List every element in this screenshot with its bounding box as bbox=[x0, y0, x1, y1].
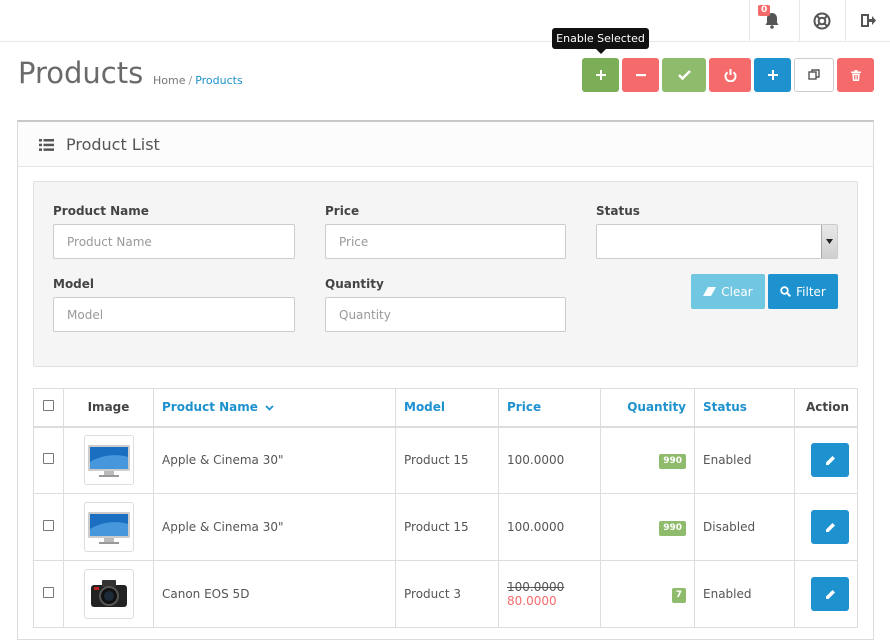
disable-selected-button[interactable] bbox=[622, 58, 659, 92]
edit-button[interactable] bbox=[811, 443, 849, 478]
edit-button[interactable] bbox=[811, 577, 849, 611]
product-name-cell: Canon EOS 5D bbox=[153, 560, 396, 628]
pencil-icon bbox=[825, 455, 835, 465]
help-button[interactable] bbox=[799, 0, 844, 41]
product-thumbnail bbox=[83, 435, 134, 486]
status-label: Status bbox=[596, 204, 640, 218]
pencil-icon bbox=[825, 589, 835, 599]
filter-button-label: Filter bbox=[796, 284, 826, 299]
image-header: Image bbox=[63, 388, 154, 428]
pencil-icon bbox=[825, 522, 835, 532]
add-new-button[interactable] bbox=[754, 58, 791, 92]
quantity-badge: 7 bbox=[671, 587, 686, 603]
power-icon bbox=[724, 68, 736, 82]
list-icon bbox=[39, 139, 54, 151]
enable-selected-tooltip: Enable Selected bbox=[552, 28, 649, 54]
panel-title: Product List bbox=[66, 135, 160, 154]
top-header: 0 bbox=[0, 0, 890, 42]
panel-heading: Product List bbox=[18, 122, 873, 167]
product-name-header[interactable]: Product Name bbox=[153, 388, 396, 428]
row-checkbox[interactable] bbox=[43, 587, 54, 598]
edit-button[interactable] bbox=[811, 510, 849, 544]
status-select[interactable] bbox=[596, 224, 838, 259]
minus-icon bbox=[635, 74, 646, 77]
sign-out-icon bbox=[860, 14, 876, 27]
approve-button[interactable] bbox=[662, 58, 706, 92]
status-header[interactable]: Status bbox=[694, 388, 795, 428]
select-all-checkbox[interactable] bbox=[43, 400, 54, 412]
status-cell: Enabled bbox=[694, 426, 795, 494]
model-cell: Product 15 bbox=[395, 493, 499, 561]
status-cell: Disabled bbox=[694, 493, 795, 561]
row-checkbox[interactable] bbox=[43, 520, 54, 531]
lifebuoy-icon bbox=[813, 12, 831, 29]
search-icon bbox=[780, 286, 792, 297]
quantity-header[interactable]: Quantity bbox=[600, 388, 695, 428]
price-header[interactable]: Price bbox=[498, 388, 601, 428]
breadcrumb-products[interactable]: Products bbox=[195, 74, 243, 87]
price-cell: 100.0000 bbox=[498, 426, 601, 494]
model-cell: Product 15 bbox=[395, 426, 499, 494]
product-thumbnail bbox=[83, 569, 134, 619]
special-price: 80.0000 bbox=[507, 594, 557, 608]
select-arrow bbox=[821, 225, 837, 258]
breadcrumb: Home / Products bbox=[153, 74, 243, 87]
enable-selected-button[interactable] bbox=[582, 58, 619, 92]
camera-image bbox=[90, 580, 127, 607]
product-name-cell: Apple & Cinema 30" bbox=[153, 493, 396, 561]
product-name-header-label: Product Name bbox=[162, 400, 258, 415]
notification-count-badge: 0 bbox=[758, 5, 771, 16]
product-name-label: Product Name bbox=[53, 204, 149, 218]
trash-icon bbox=[850, 69, 861, 81]
price-input[interactable]: Price bbox=[325, 224, 566, 259]
table-row: Apple & Cinema 30" Product 15 100.0000 9… bbox=[33, 493, 858, 561]
filter-button[interactable]: Filter bbox=[768, 274, 838, 309]
caret-down-icon bbox=[826, 239, 833, 244]
monitor-image bbox=[87, 512, 130, 544]
clear-button-label: Clear bbox=[721, 284, 753, 299]
quantity-input[interactable]: Quantity bbox=[325, 297, 566, 332]
model-input[interactable]: Model bbox=[53, 297, 295, 332]
product-name-input[interactable]: Product Name bbox=[53, 224, 295, 259]
eraser-icon bbox=[703, 287, 717, 296]
copy-icon bbox=[808, 69, 820, 80]
power-button[interactable] bbox=[709, 58, 751, 92]
price-label: Price bbox=[325, 204, 360, 218]
table-row: Apple & Cinema 30" Product 15 100.0000 9… bbox=[33, 426, 858, 494]
check-icon bbox=[677, 70, 691, 80]
quantity-badge: 990 bbox=[659, 520, 686, 536]
monitor-image bbox=[87, 445, 130, 478]
price-cell: 100.0000 bbox=[498, 493, 601, 561]
copy-button[interactable] bbox=[794, 58, 834, 92]
select-all-cell bbox=[33, 388, 64, 428]
status-cell: Enabled bbox=[694, 560, 795, 628]
plus-icon bbox=[595, 70, 606, 80]
action-header: Action bbox=[794, 388, 858, 428]
logout-button[interactable] bbox=[845, 0, 890, 41]
breadcrumb-home[interactable]: Home bbox=[153, 74, 185, 87]
product-thumbnail bbox=[83, 502, 134, 552]
plus-icon bbox=[767, 70, 778, 80]
product-name-cell: Apple & Cinema 30" bbox=[153, 426, 396, 494]
table-row: Canon EOS 5D Product 3 100.0000 80.0000 … bbox=[33, 560, 858, 628]
model-label: Model bbox=[53, 277, 95, 291]
clear-button[interactable]: Clear bbox=[691, 274, 765, 309]
model-cell: Product 3 bbox=[395, 560, 499, 628]
page-title: Products bbox=[18, 56, 144, 90]
row-checkbox[interactable] bbox=[43, 453, 54, 465]
delete-button[interactable] bbox=[837, 58, 874, 92]
original-price: 100.0000 bbox=[507, 580, 565, 594]
chevron-down-icon bbox=[265, 405, 274, 412]
model-header[interactable]: Model bbox=[395, 388, 499, 428]
price-cell: 100.0000 80.0000 bbox=[498, 560, 601, 628]
notifications-button[interactable]: 0 bbox=[749, 0, 794, 41]
quantity-badge: 990 bbox=[659, 453, 686, 469]
product-table: Image Product Name Model Price Quantity … bbox=[33, 388, 858, 628]
quantity-label: Quantity bbox=[325, 277, 384, 291]
